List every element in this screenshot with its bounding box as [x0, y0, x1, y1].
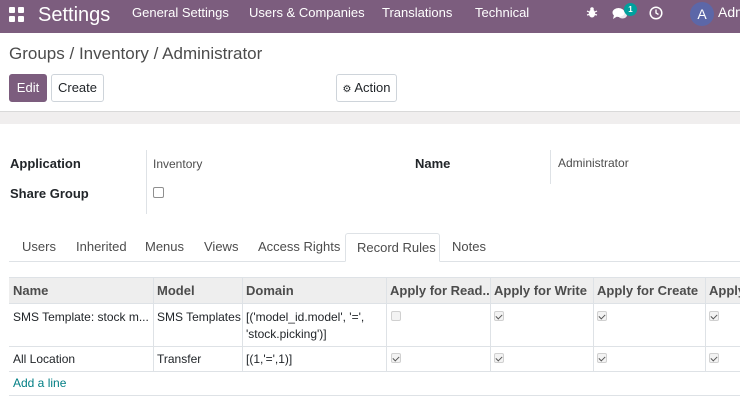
read-checkbox[interactable] — [391, 353, 401, 363]
write-checkbox[interactable] — [494, 311, 504, 321]
create-checkbox[interactable] — [597, 353, 607, 363]
create-checkbox[interactable] — [597, 311, 607, 321]
row-divider — [9, 371, 740, 372]
breadcrumb-current: Administrator — [162, 44, 263, 63]
breadcrumb-separator: / — [69, 44, 75, 63]
user-name[interactable]: Adm — [718, 4, 740, 20]
column-header-model[interactable]: Model — [157, 278, 242, 304]
chat-count-badge: 1 — [624, 3, 637, 16]
breadcrumb-separator: / — [153, 44, 159, 63]
column-divider — [153, 277, 154, 372]
tab-users[interactable]: Users — [22, 233, 56, 262]
column-header-domain[interactable]: Domain — [246, 278, 386, 304]
application-label: Application — [10, 156, 81, 171]
breadcrumb: Groups / Inventory / Administrator — [9, 44, 262, 64]
bug-icon[interactable] — [586, 6, 598, 24]
column-header-create[interactable]: Apply for Create — [597, 278, 705, 304]
top-navbar: Settings General Settings Users & Compan… — [0, 0, 740, 33]
clock-icon[interactable] — [649, 6, 663, 25]
column-header-unlink[interactable]: Apply — [709, 278, 740, 304]
column-divider — [705, 277, 706, 372]
cell-model[interactable]: Transfer — [157, 351, 241, 367]
tab-notes[interactable]: Notes — [452, 233, 486, 262]
menu-technical[interactable]: Technical — [475, 0, 529, 33]
name-label: Name — [415, 156, 451, 171]
cell-domain-line1[interactable]: [('model_id.model', '=', — [246, 309, 384, 325]
edit-button[interactable]: Edit — [9, 74, 47, 102]
gear-icon: ⚙ — [342, 84, 352, 95]
tab-menus[interactable]: Menus — [145, 233, 184, 262]
share-group-checkbox[interactable] — [153, 187, 164, 198]
field-divider — [550, 150, 551, 184]
application-value: Inventory — [153, 157, 203, 171]
write-checkbox[interactable] — [494, 353, 504, 363]
tab-record-rules[interactable]: Record Rules — [345, 233, 440, 262]
tab-views[interactable]: Views — [204, 233, 238, 262]
cell-name[interactable]: All Location — [13, 351, 151, 367]
cell-name[interactable]: SMS Template: stock m... — [13, 309, 151, 325]
row-divider — [9, 395, 740, 396]
column-divider — [490, 277, 491, 372]
column-divider — [386, 277, 387, 372]
column-divider — [242, 277, 243, 372]
tab-inherited[interactable]: Inherited — [76, 233, 127, 262]
app-brand[interactable]: Settings — [38, 2, 110, 28]
name-value: Administrator — [558, 156, 629, 170]
menu-general-settings[interactable]: General Settings — [132, 0, 229, 33]
menu-users-companies[interactable]: Users & Companies — [249, 0, 365, 33]
menu-translations[interactable]: Translations — [382, 0, 452, 33]
cell-domain-line2[interactable]: 'stock.picking')] — [246, 326, 384, 342]
table-header: Name Model Domain Apply for Read... Appl… — [9, 277, 740, 304]
unlink-checkbox[interactable] — [709, 353, 719, 363]
action-button[interactable]: ⚙ Action — [336, 74, 397, 102]
read-checkbox[interactable] — [391, 311, 401, 321]
apps-menu-icon[interactable] — [9, 7, 24, 22]
field-divider — [146, 150, 147, 214]
unlink-checkbox[interactable] — [709, 311, 719, 321]
column-divider — [593, 277, 594, 372]
user-avatar[interactable]: A — [690, 2, 714, 26]
row-divider — [9, 346, 740, 347]
breadcrumb-groups[interactable]: Groups — [9, 44, 65, 63]
cell-domain-line1[interactable]: [(1,'=',1)] — [246, 351, 384, 367]
control-panel-divider — [0, 111, 740, 124]
action-label: Action — [354, 80, 391, 95]
column-header-name[interactable]: Name — [13, 278, 153, 304]
breadcrumb-inventory[interactable]: Inventory — [79, 44, 149, 63]
column-header-write[interactable]: Apply for Write — [494, 278, 594, 304]
add-line-link[interactable]: Add a line — [13, 376, 66, 390]
create-button[interactable]: Create — [51, 74, 104, 102]
column-header-read[interactable]: Apply for Read... — [390, 278, 490, 304]
share-group-label: Share Group — [10, 186, 89, 201]
tab-access-rights[interactable]: Access Rights — [258, 233, 340, 262]
cell-model[interactable]: SMS Templates — [157, 309, 241, 325]
